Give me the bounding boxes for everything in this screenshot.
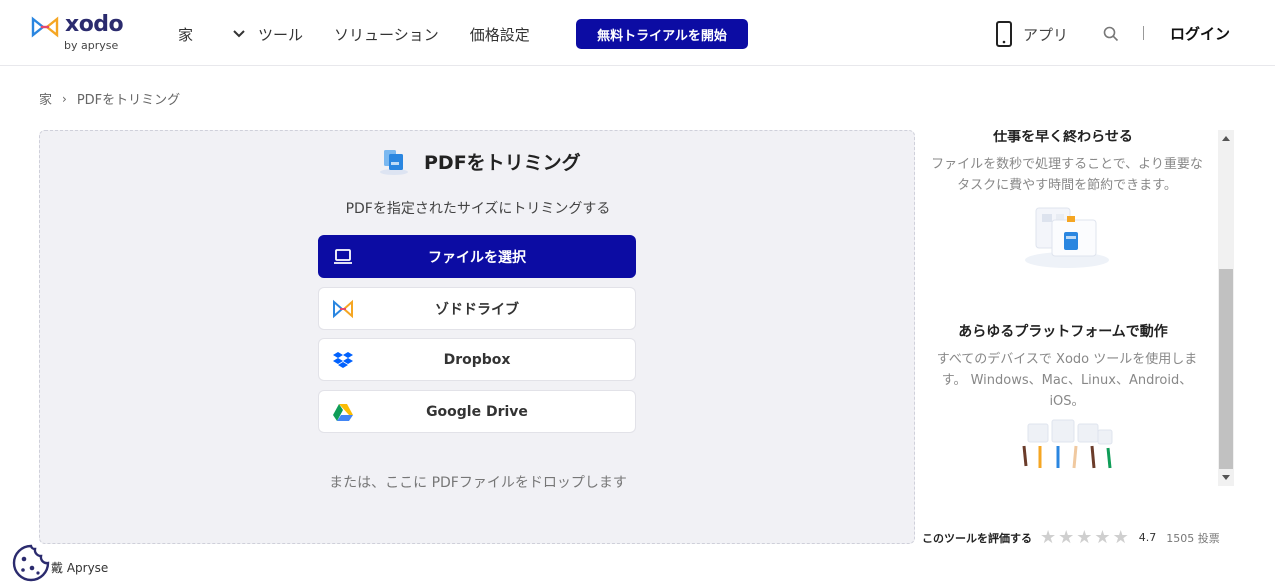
crop-pdf-icon bbox=[380, 150, 408, 175]
scrollbar-thumb[interactable] bbox=[1219, 269, 1233, 469]
feature-panel: 仕事を早く終わらせる ファイルを数秒で処理することで、より重要なタスクに費やす時… bbox=[918, 130, 1218, 542]
rating-widget: このツールを評価する ★ ★ ★ ★ ★ 4.7 1505 投票 bbox=[922, 527, 1220, 548]
breadcrumb: 家 › PDFをトリミング bbox=[39, 89, 181, 109]
platforms-illustration bbox=[1022, 419, 1113, 469]
fast-work-illustration bbox=[1025, 207, 1109, 268]
search-icon[interactable] bbox=[1103, 26, 1119, 42]
dropbox-label: Dropbox bbox=[443, 351, 511, 368]
nav-home[interactable]: 家 bbox=[178, 24, 193, 45]
site-header: xodo by apryse 家 ツール ソリューション 価格設定 無料トライア… bbox=[0, 0, 1275, 66]
main-nav: 家 ツール ソリューション 価格設定 bbox=[178, 22, 561, 46]
xodo-drive-icon bbox=[333, 299, 353, 319]
cookie-settings-icon[interactable] bbox=[10, 543, 52, 583]
nav-solutions[interactable]: ソリューション bbox=[334, 24, 439, 45]
xodo-drive-button[interactable]: ゾドドライブ bbox=[318, 287, 636, 330]
feature-title-fast: 仕事を早く終わらせる bbox=[993, 130, 1133, 145]
rating-label: このツールを評価する bbox=[922, 531, 1032, 545]
dropbox-button[interactable]: Dropbox bbox=[318, 338, 636, 381]
laptop-icon bbox=[334, 249, 352, 264]
scroll-up-arrow-icon[interactable] bbox=[1222, 136, 1230, 141]
google-drive-button[interactable]: Google Drive bbox=[318, 390, 636, 433]
app-link-label: アプリ bbox=[1023, 25, 1069, 44]
feature-text-fast: ファイルを数秒で処理することで、より重要なタスクに費やす時間を節約できます。 bbox=[931, 157, 1203, 193]
star-icon[interactable]: ★ bbox=[1040, 527, 1056, 548]
star-icon[interactable]: ★ bbox=[1094, 527, 1110, 548]
feature-text-platforms: すべてのデバイスで Xodo ツールを使用します。 Windows、Mac、Li… bbox=[936, 352, 1198, 409]
rating-score: 4.7 bbox=[1138, 531, 1157, 544]
breadcrumb-home[interactable]: 家 bbox=[39, 89, 52, 108]
tool-subtitle: PDFを指定されたサイズにトリミングする bbox=[345, 201, 611, 217]
nav-tools[interactable]: ツール bbox=[224, 24, 303, 45]
choose-file-button[interactable]: ファイルを選択 bbox=[318, 235, 636, 278]
nav-tools-label: ツール bbox=[258, 25, 304, 44]
google-drive-label: Google Drive bbox=[426, 403, 528, 420]
xodo-logo-icon bbox=[31, 16, 59, 38]
star-icon[interactable]: ★ bbox=[1113, 527, 1129, 548]
footer-copyright: 戴 Apryse bbox=[51, 561, 109, 575]
app-link[interactable]: アプリ bbox=[995, 21, 1068, 47]
logo-subtitle: by apryse bbox=[64, 39, 119, 52]
nav-pricing[interactable]: 価格設定 bbox=[470, 24, 530, 45]
tool-title: PDFをトリミング bbox=[374, 146, 581, 176]
google-drive-icon bbox=[333, 404, 353, 421]
breadcrumb-current: PDFをトリミング bbox=[76, 93, 181, 108]
xodo-logo[interactable]: xodo by apryse bbox=[31, 12, 131, 54]
drop-hint: または、ここに PDFファイルをドロップします bbox=[329, 475, 627, 491]
rating-votes: 1505 投票 bbox=[1166, 531, 1220, 545]
start-free-trial-button[interactable]: 無料トライアルを開始 bbox=[576, 19, 748, 49]
chevron-down-icon bbox=[233, 30, 245, 38]
login-link[interactable]: ログイン bbox=[1170, 23, 1230, 44]
header-divider bbox=[1143, 26, 1144, 40]
star-icon[interactable]: ★ bbox=[1058, 527, 1074, 548]
xodo-drive-label: ゾドドライブ bbox=[435, 301, 519, 318]
dropbox-icon bbox=[333, 352, 353, 368]
logo-wordmark: xodo bbox=[65, 12, 124, 37]
choose-file-label: ファイルを選択 bbox=[428, 249, 526, 266]
scroll-down-arrow-icon[interactable] bbox=[1222, 475, 1230, 480]
star-icon[interactable]: ★ bbox=[1076, 527, 1092, 548]
smartphone-icon bbox=[996, 21, 1012, 47]
feature-title-platforms: あらゆるプラットフォームで動作 bbox=[958, 324, 1168, 340]
breadcrumb-separator: › bbox=[62, 91, 67, 106]
page-title: PDFをトリミング bbox=[424, 151, 581, 174]
